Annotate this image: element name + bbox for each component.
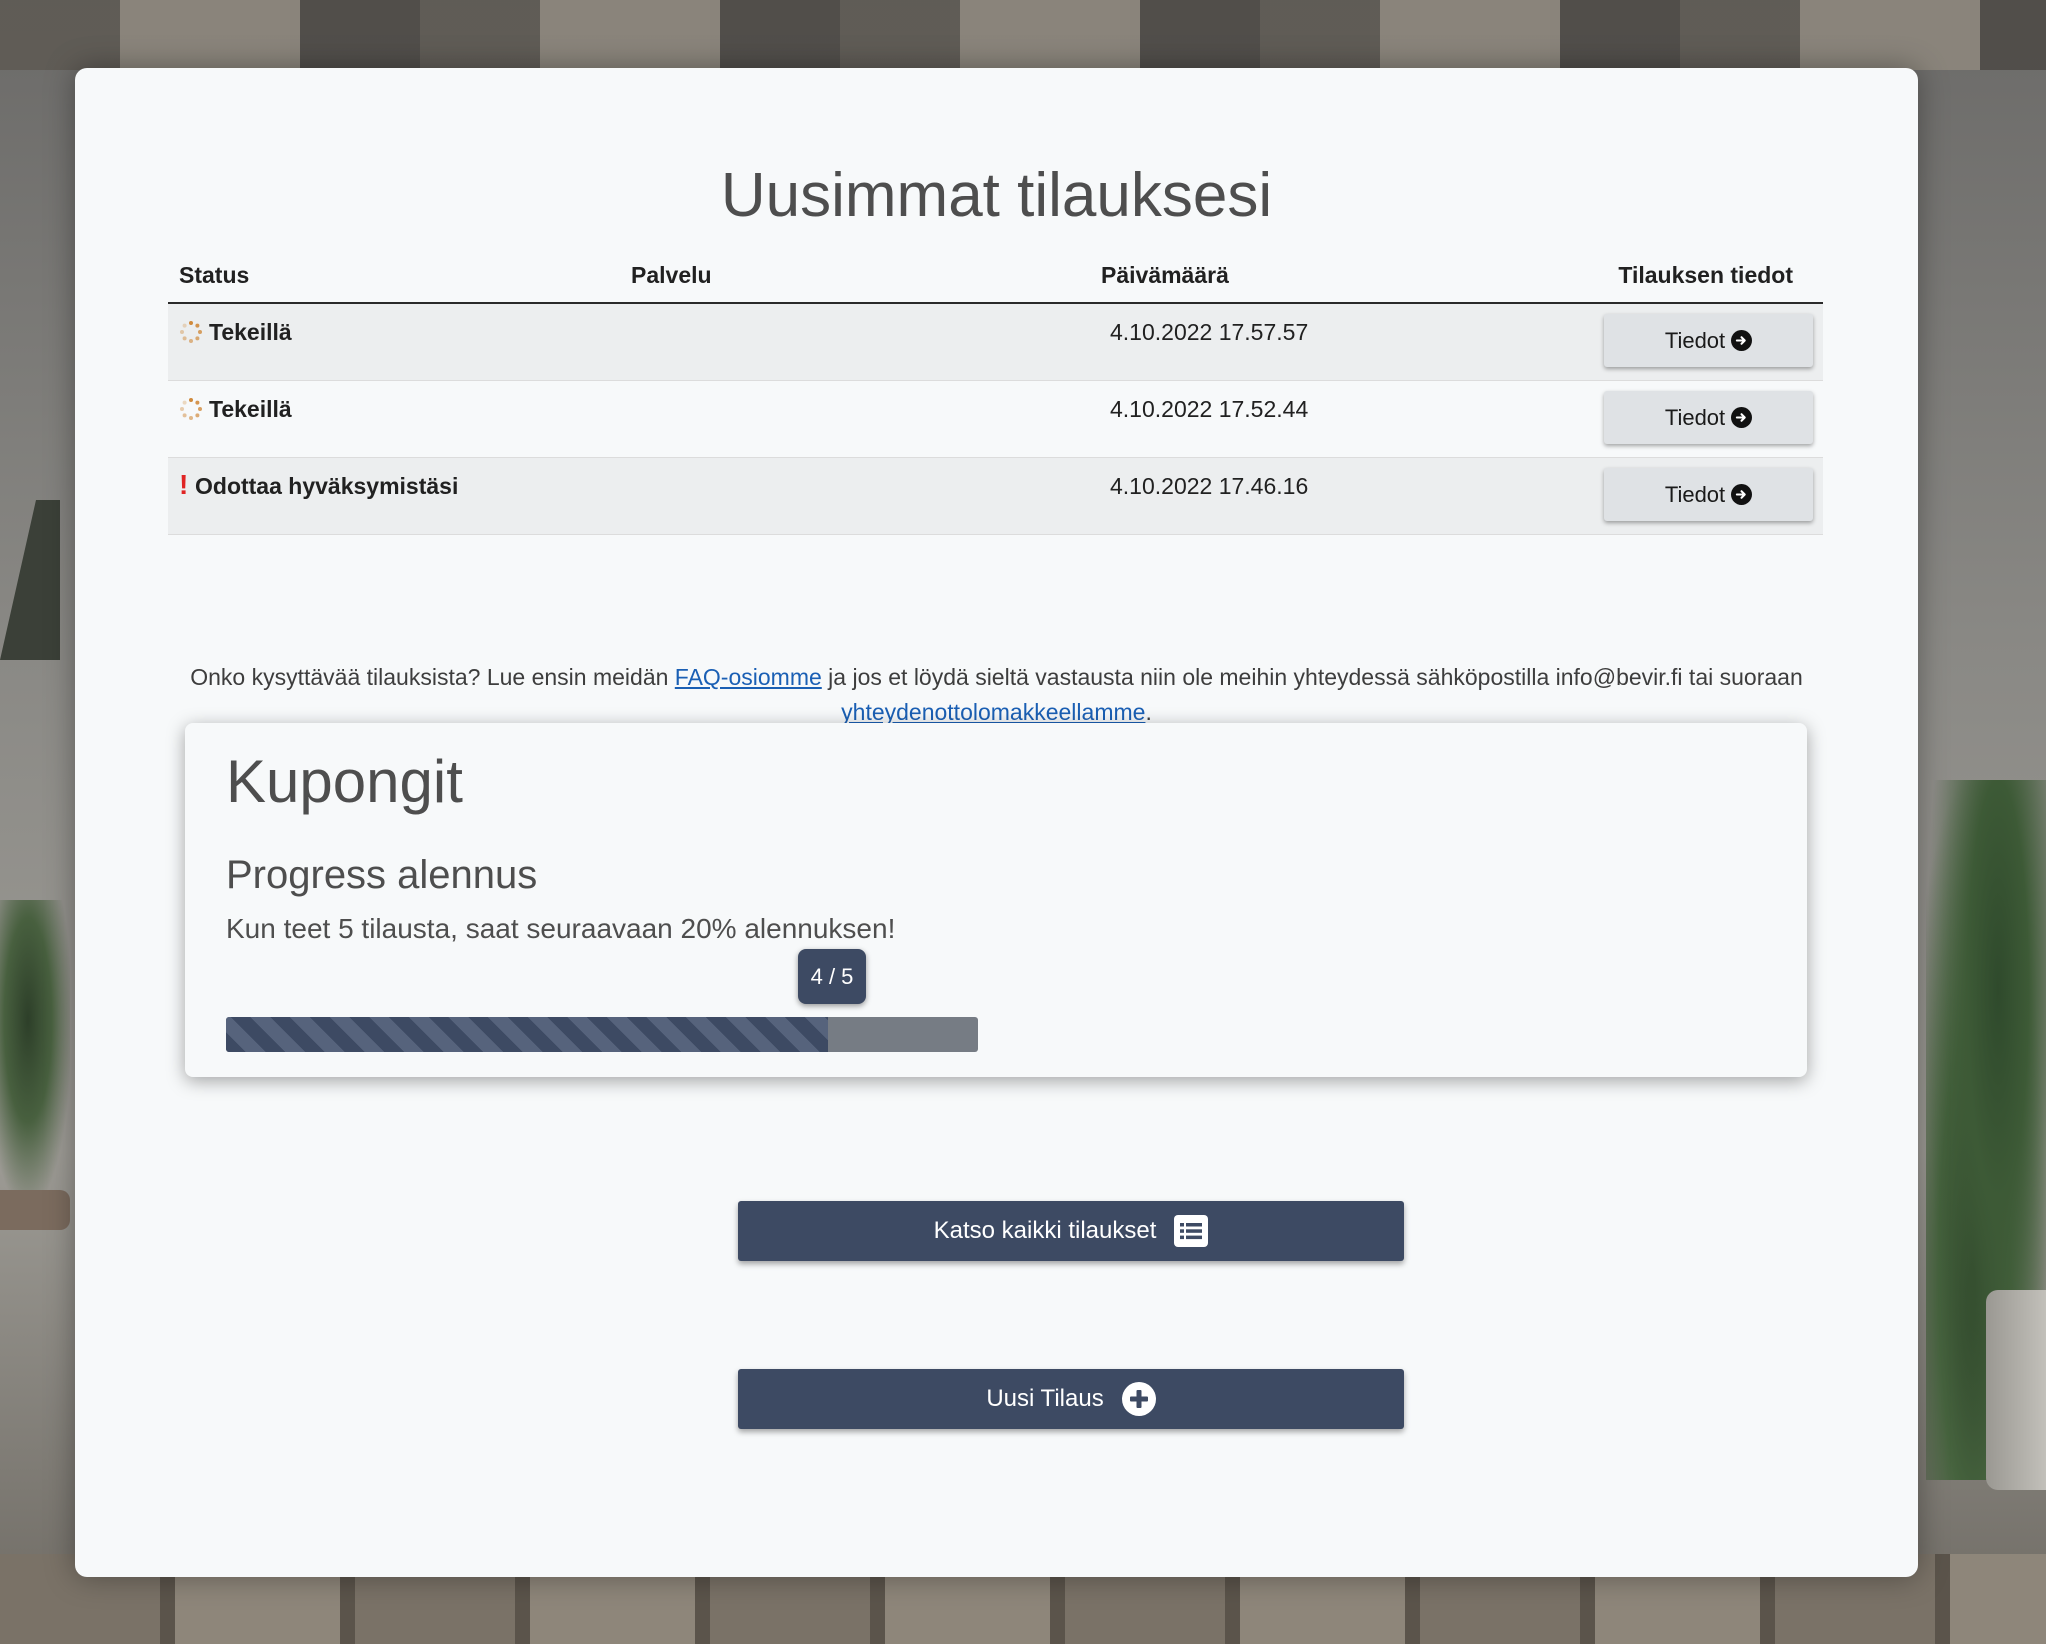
faq-link[interactable]: FAQ-osiomme [675, 664, 822, 690]
background-plant-left [0, 900, 70, 1200]
date-cell: 4.10.2022 17.46.16 [1110, 473, 1309, 499]
details-button-label: Tiedot [1664, 481, 1726, 507]
details-button[interactable]: Tiedot [1604, 468, 1813, 521]
background-ceiling-beams [0, 0, 2046, 70]
table-row: ! Odottaa hyväksymistäsi 4.10.2022 17.46… [168, 458, 1823, 535]
faq-paragraph: Onko kysyttävää tilauksista? Lue ensin m… [168, 660, 1825, 730]
coupon-card: Kupongit Progress alennus Kun teet 5 til… [185, 723, 1807, 1077]
plus-circle-icon [1121, 1382, 1156, 1416]
table-row: Tekeillä 4.10.2022 17.57.57 Tiedot [168, 304, 1823, 381]
service-cell [631, 304, 1101, 380]
coupon-name: Progress alennus [226, 853, 538, 897]
service-cell [631, 458, 1101, 534]
spinner-icon [179, 320, 203, 344]
arrow-circle-right-icon [1731, 484, 1753, 505]
service-cell [631, 381, 1101, 457]
details-button[interactable]: Tiedot [1604, 391, 1813, 444]
background-vase [1986, 1290, 2046, 1490]
header-date: Päivämäärä [1101, 261, 1229, 288]
header-order-info: Tilauksen tiedot [1618, 261, 1793, 288]
arrow-circle-right-icon [1731, 407, 1753, 428]
status-cell: Tekeillä [168, 381, 631, 457]
progress-label: 4 / 5 [798, 949, 866, 1004]
status-cell: ! Odottaa hyväksymistäsi [168, 458, 631, 534]
header-status: Status [179, 261, 250, 288]
details-button-label: Tiedot [1664, 404, 1726, 430]
faq-text-middle: ja jos et löydä sieltä vastausta niin ol… [821, 664, 1803, 690]
details-button[interactable]: Tiedot [1604, 314, 1813, 367]
faq-text-end: . [1145, 699, 1152, 725]
status-text: Tekeillä [209, 396, 292, 422]
date-cell: 4.10.2022 17.57.57 [1110, 319, 1309, 345]
progress-bar-fill [226, 1017, 828, 1052]
details-button-label: Tiedot [1664, 327, 1726, 353]
new-order-button[interactable]: Uusi Tilaus [738, 1369, 1404, 1429]
view-all-orders-label: Katso kaikki tilaukset [933, 1217, 1157, 1244]
coupons-title: Kupongit [226, 748, 463, 815]
status-text: Tekeillä [209, 319, 292, 345]
contact-form-link[interactable]: yhteydenottolomakkeellamme [841, 699, 1145, 725]
faq-text-start: Onko kysyttävää tilauksista? Lue ensin m… [190, 664, 675, 690]
background-lamp [0, 500, 60, 660]
orders-table: Status Palvelu Päivämäärä Tilauksen tied… [168, 248, 1823, 535]
new-order-label: Uusi Tilaus [986, 1385, 1104, 1412]
header-service: Palvelu [631, 261, 712, 288]
table-row: Tekeillä 4.10.2022 17.52.44 Tiedot [168, 381, 1823, 458]
progress-bar [226, 1017, 978, 1052]
status-cell: Tekeillä [168, 304, 631, 380]
main-card: Uusimmat tilauksesi Status Palvelu Päivä… [75, 68, 1918, 1577]
list-icon [1174, 1215, 1209, 1247]
date-cell: 4.10.2022 17.52.44 [1110, 396, 1309, 422]
coupon-description: Kun teet 5 tilausta, saat seuraavaan 20%… [226, 913, 896, 944]
background-stool [0, 1190, 70, 1230]
status-text: Odottaa hyväksymistäsi [195, 473, 459, 499]
page-title: Uusimmat tilauksesi [720, 161, 1273, 230]
view-all-orders-button[interactable]: Katso kaikki tilaukset [738, 1201, 1404, 1261]
exclamation-icon: ! [179, 469, 189, 500]
table-header: Status Palvelu Päivämäärä Tilauksen tied… [168, 248, 1823, 304]
spinner-icon [179, 397, 203, 421]
arrow-circle-right-icon [1731, 330, 1753, 351]
